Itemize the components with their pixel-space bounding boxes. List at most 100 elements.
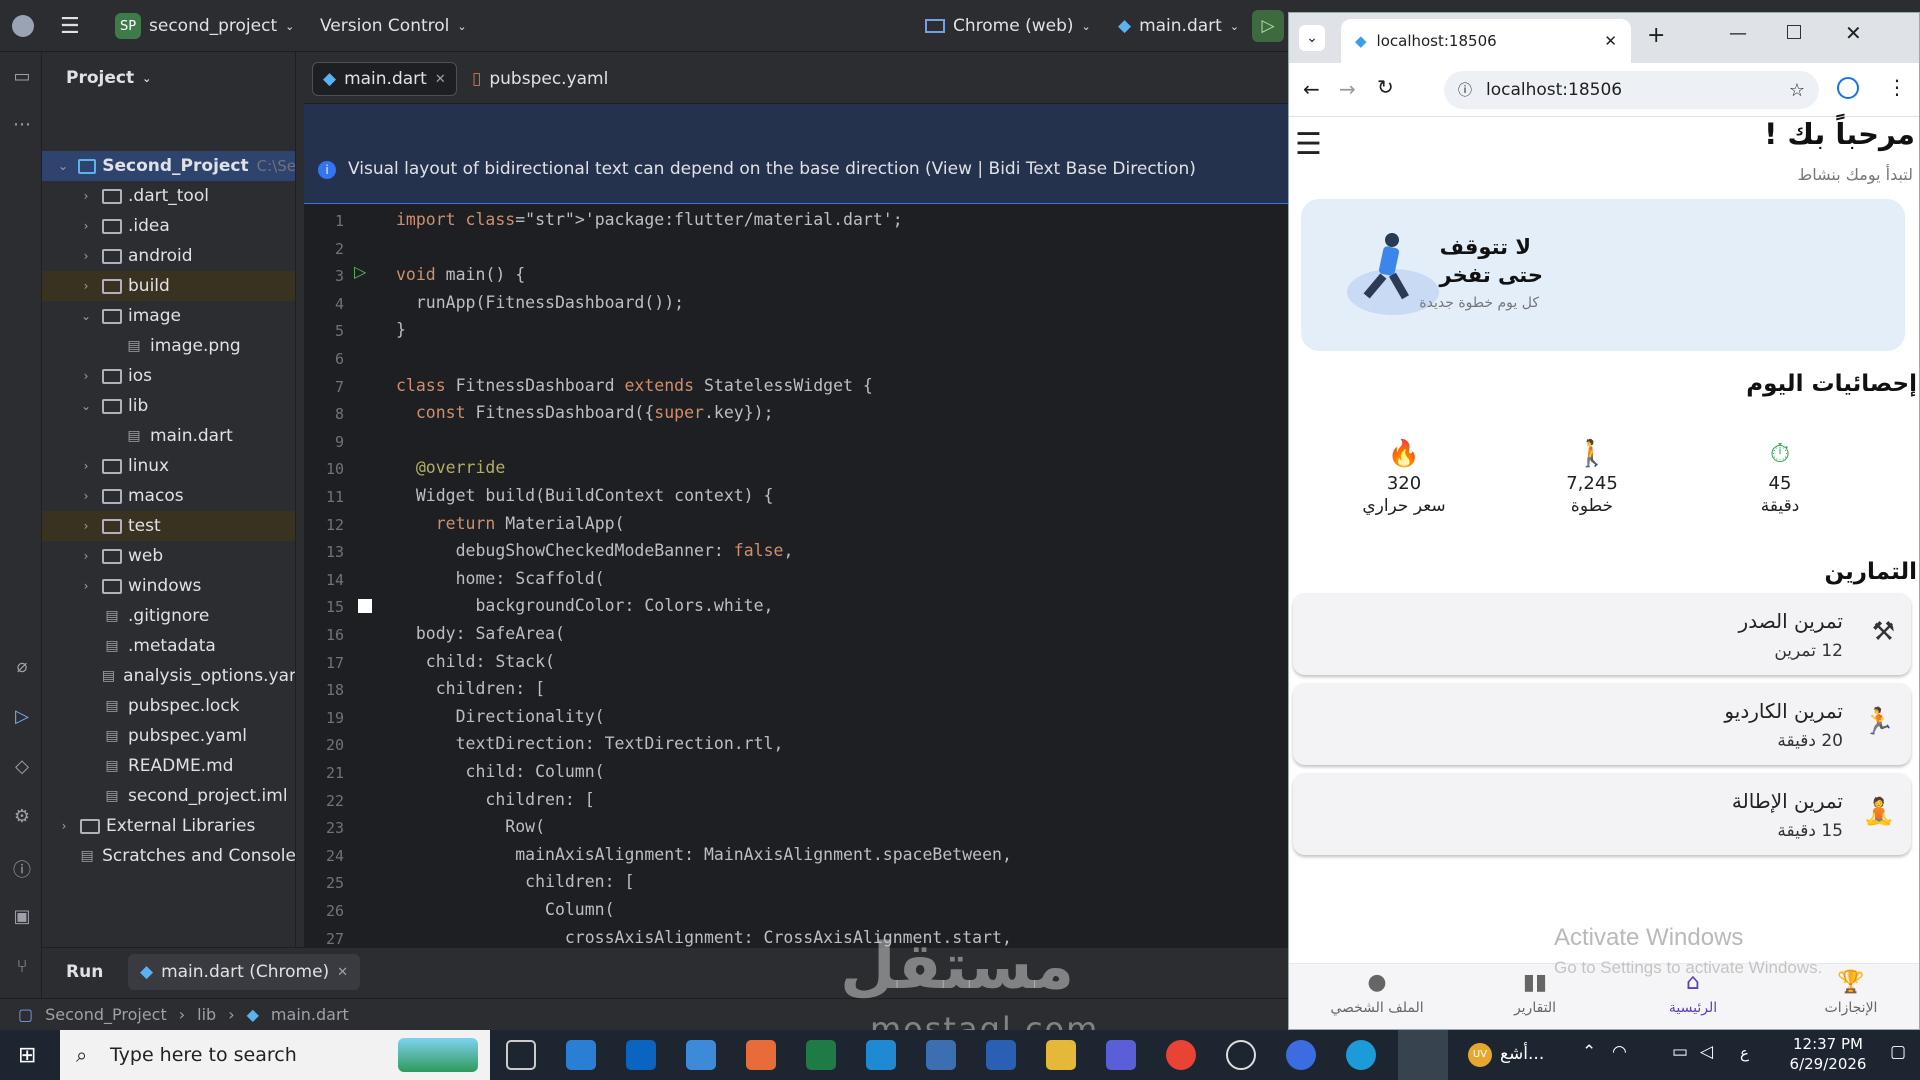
chevron-right-icon[interactable]: ›	[78, 489, 94, 503]
more-icon[interactable]: ⋯	[10, 114, 34, 138]
tree-item[interactable]: ▤ second_project.iml	[42, 781, 295, 811]
project-selector[interactable]: SP second_project ⌄	[115, 0, 294, 52]
file-explorer-icon[interactable]	[1046, 1040, 1076, 1070]
version-control-menu[interactable]: Version Control ⌄	[320, 0, 467, 52]
breadcrumb-item[interactable]: Second_Project	[45, 1005, 167, 1024]
outlook-icon[interactable]	[626, 1040, 656, 1070]
taskbar-search[interactable]: ⌕ Type here to search	[60, 1030, 490, 1080]
tree-item[interactable]: › .dart_tool	[42, 181, 295, 211]
new-tab-icon[interactable]: +	[1647, 23, 1665, 48]
volume-icon[interactable]: ◁	[1700, 1042, 1713, 1062]
browser-menu-icon[interactable]: ⋮	[1887, 75, 1907, 99]
chevron-right-icon[interactable]: ›	[78, 219, 94, 233]
notification-text[interactable]: أشع...	[1500, 1044, 1544, 1064]
run-tab[interactable]: ◆ main.dart (Chrome) ✕	[128, 954, 361, 990]
chevron-right-icon[interactable]: ›	[78, 459, 94, 473]
services-icon[interactable]: ⚙	[10, 806, 34, 830]
tree-item[interactable]: › android	[42, 241, 295, 271]
tree-item[interactable]: ▤ README.md	[42, 751, 295, 781]
git-icon[interactable]: ⑂	[10, 956, 34, 980]
terminal-icon[interactable]: ▣	[10, 906, 34, 930]
chevron-right-icon[interactable]: ›	[78, 369, 94, 383]
gem-icon[interactable]: ◇	[10, 756, 34, 780]
tree-item[interactable]: ▤ Scratches and Console	[42, 841, 295, 871]
tree-item[interactable]: ▤ .gitignore	[42, 601, 295, 631]
chevron-right-icon[interactable]: ›	[78, 579, 94, 593]
back-icon[interactable]: ←	[1303, 77, 1320, 101]
tab-main-dart[interactable]: ◆ main.dart ✕	[312, 62, 457, 96]
tree-item[interactable]: › web	[42, 541, 295, 571]
tab-pubspec[interactable]: ▯ pubspec.yaml	[462, 62, 618, 96]
nav-profile[interactable]: ● الملف الشخصي	[1317, 970, 1437, 1016]
breadcrumb-item[interactable]: lib	[197, 1005, 216, 1024]
workout-card-chest[interactable]: ⚒ تمرين الصدر 12 تمرين	[1293, 593, 1911, 675]
chevron-down-icon[interactable]: ⌄	[78, 309, 94, 323]
input-language[interactable]: ع	[1740, 1044, 1749, 1062]
xampp-icon[interactable]	[746, 1040, 776, 1070]
url-field[interactable]: ⓘ localhost:18506 ☆	[1444, 71, 1819, 109]
notification-center-icon[interactable]: ▢	[1890, 1042, 1906, 1062]
user-badge[interactable]: UV	[1468, 1043, 1492, 1067]
tab-search-icon[interactable]: ⌄	[1299, 25, 1325, 51]
app-icon[interactable]	[686, 1040, 716, 1070]
chevron-right-icon[interactable]: ›	[78, 189, 94, 203]
breadcrumb-item[interactable]: main.dart	[271, 1005, 349, 1024]
clock[interactable]: 12:37 PM 6/29/2026	[1768, 1034, 1888, 1074]
chrome-icon[interactable]	[1166, 1040, 1196, 1070]
tree-item[interactable]: ⌄ lib	[42, 391, 295, 421]
tree-item[interactable]: › External Libraries	[42, 811, 295, 841]
close-icon[interactable]: ✕	[435, 72, 446, 87]
tree-item[interactable]: ▤ pubspec.yaml	[42, 721, 295, 751]
run-tool-icon[interactable]: ▷	[10, 706, 34, 730]
tray-chevron-icon[interactable]: ⌃	[1582, 1042, 1596, 1062]
forward-icon[interactable]: →	[1339, 77, 1356, 101]
folder-icon[interactable]: ▭	[10, 66, 34, 90]
battery-icon[interactable]: ▭	[1672, 1042, 1688, 1062]
reload-icon[interactable]: ↻	[1377, 75, 1394, 99]
chevron-right-icon[interactable]: ›	[78, 249, 94, 263]
excel-icon[interactable]	[806, 1040, 836, 1070]
workout-card-stretch[interactable]: 🧘 تمرين الإطالة 15 دقيقة	[1293, 773, 1911, 855]
main-menu-icon[interactable]: ☰	[60, 0, 80, 52]
tree-item[interactable]: › test	[42, 511, 295, 541]
windows-start-icon[interactable]: ⊞	[18, 1043, 36, 1068]
bookmark-star-icon[interactable]: ☆	[1789, 80, 1805, 101]
flutter-inspector-icon[interactable]: ⌀	[10, 656, 34, 680]
wifi-icon[interactable]: ◠	[1612, 1042, 1627, 1062]
tree-item[interactable]: ⌄ image	[42, 301, 295, 331]
workout-card-cardio[interactable]: 🏃 تمرين الكارديو 20 دقيقة	[1293, 683, 1911, 765]
code-area[interactable]: import class="str">'package:flutter/mate…	[304, 204, 1288, 994]
close-icon[interactable]: ✕	[1604, 32, 1617, 50]
tree-item[interactable]: ▤ analysis_options.yar	[42, 661, 295, 691]
tree-item[interactable]: ▤ .metadata	[42, 631, 295, 661]
openai-icon[interactable]	[1226, 1040, 1256, 1070]
device-selector[interactable]: Chrome (web) ⌄	[925, 0, 1091, 52]
tree-item[interactable]: › macos	[42, 481, 295, 511]
app-icon[interactable]	[1106, 1040, 1136, 1070]
tree-item[interactable]: ▤ image.png	[42, 331, 295, 361]
run-label[interactable]: Run	[66, 962, 103, 982]
run-config-selector[interactable]: ◆ main.dart ⌄	[1118, 0, 1239, 52]
window-close-icon[interactable]: ✕	[1845, 21, 1862, 45]
chevron-right-icon[interactable]: ›	[78, 549, 94, 563]
app-logo-icon[interactable]	[12, 0, 34, 52]
chevron-right-icon[interactable]: ›	[56, 819, 72, 833]
vscode-icon[interactable]	[866, 1040, 896, 1070]
maximize-icon[interactable]	[1787, 25, 1801, 39]
edge-icon[interactable]	[1346, 1040, 1376, 1070]
store-icon[interactable]	[566, 1040, 596, 1070]
python-icon[interactable]	[926, 1040, 956, 1070]
tree-item[interactable]: › .idea	[42, 211, 295, 241]
project-panel-header[interactable]: Project ⌄	[66, 68, 151, 88]
task-view-icon[interactable]	[506, 1040, 536, 1070]
tree-item[interactable]: › ios	[42, 361, 295, 391]
word-icon[interactable]	[986, 1040, 1016, 1070]
browser-tab[interactable]: ◆ localhost:18506 ✕	[1341, 19, 1631, 63]
tree-item[interactable]: ▤ pubspec.lock	[42, 691, 295, 721]
chevron-right-icon[interactable]: ›	[78, 279, 94, 293]
close-icon[interactable]: ✕	[337, 965, 348, 980]
minimize-icon[interactable]: —	[1729, 23, 1747, 44]
hamburger-menu-icon[interactable]: ☰	[1295, 127, 1322, 162]
chevron-down-icon[interactable]: ⌄	[56, 159, 70, 173]
tree-item[interactable]: ⌄ Second_Project C:\Se	[42, 151, 295, 181]
